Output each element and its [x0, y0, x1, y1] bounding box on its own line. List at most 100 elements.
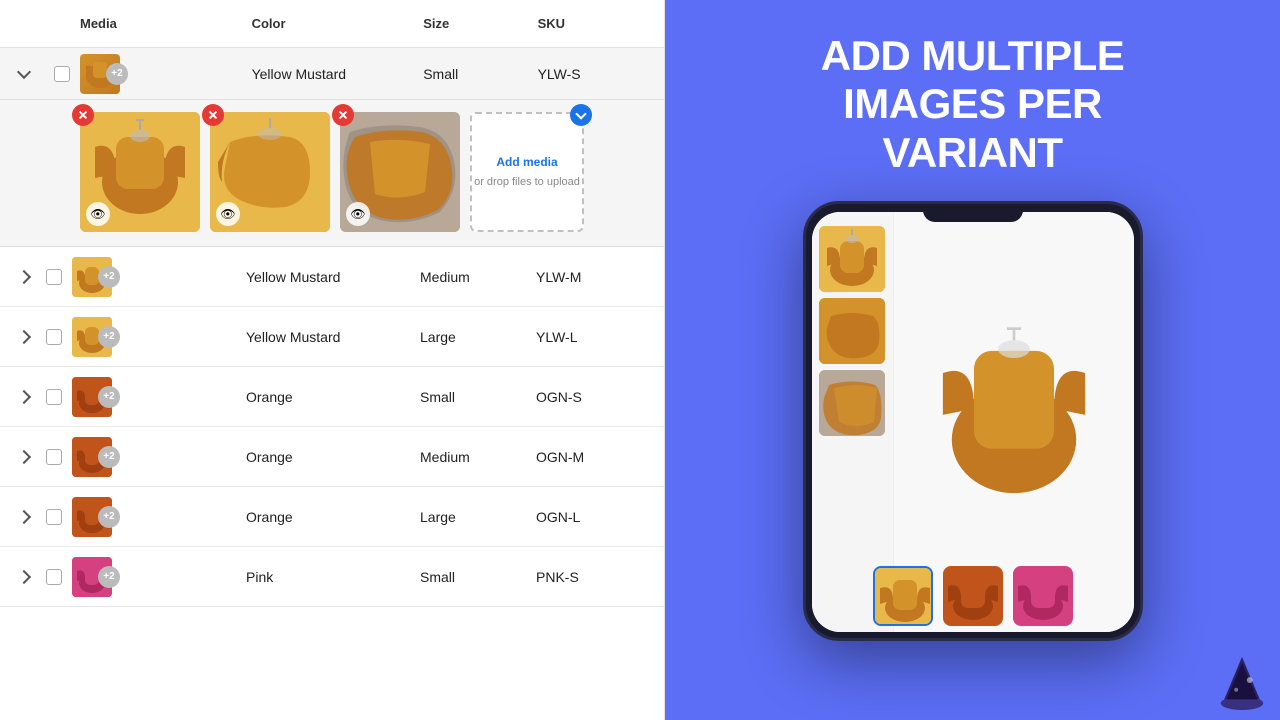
- sku-header: SKU: [538, 16, 652, 31]
- size-cell: Large: [420, 509, 536, 525]
- media-cell: +2: [72, 557, 246, 597]
- thumbnail-stack: +2: [72, 317, 112, 357]
- thumbnail-count: +2: [98, 266, 120, 288]
- eye-icon-3: 👁: [350, 207, 365, 221]
- phone-bottom-thumbs: [873, 566, 1073, 626]
- expand-cell: [12, 385, 36, 409]
- row-checkbox[interactable]: [46, 449, 62, 465]
- size-cell: Small: [420, 389, 536, 405]
- phone-notch: [923, 204, 1023, 222]
- thumbnail-stack: +2: [72, 257, 112, 297]
- row-checkbox[interactable]: [46, 269, 62, 285]
- remove-image-3-button[interactable]: [332, 104, 354, 126]
- media-cell: +2: [80, 54, 252, 94]
- size-header: Size: [423, 16, 537, 31]
- phone-mockup: [803, 201, 1143, 641]
- thumbnail-count: +2: [98, 506, 120, 528]
- phone-bottom-thumb-orange: [943, 566, 1003, 626]
- expand-button[interactable]: [12, 325, 36, 349]
- expand-button[interactable]: [12, 265, 36, 289]
- thumbnail-count: +2: [98, 566, 120, 588]
- row-checkbox[interactable]: [46, 509, 62, 525]
- preview-image-1-button[interactable]: 👁: [86, 202, 110, 226]
- color-cell: Yellow Mustard: [246, 269, 420, 285]
- expand-cell: [12, 325, 36, 349]
- collapse-button[interactable]: [12, 62, 36, 86]
- expand-button[interactable]: [12, 505, 36, 529]
- row-checkbox[interactable]: [54, 66, 70, 82]
- preview-image-2-button[interactable]: 👁: [216, 202, 240, 226]
- sku-cell: YLW-S: [538, 66, 652, 82]
- expand-cell: [12, 62, 44, 86]
- thumbnail-stack: +2: [72, 557, 112, 597]
- expand-button[interactable]: [12, 445, 36, 469]
- table-row: +2 Yellow Mustard Large YLW-L: [0, 307, 664, 367]
- phone-bottom-thumb-pink: [1013, 566, 1073, 626]
- expand-button[interactable]: [12, 565, 36, 589]
- sku-cell: YLW-L: [536, 329, 652, 345]
- expand-cell: [12, 565, 36, 589]
- phone-sidebar-thumb-3: [819, 370, 885, 436]
- row-checkbox[interactable]: [46, 389, 62, 405]
- promo-title-line3: VARIANT: [821, 129, 1125, 177]
- add-media-sublabel: or drop files to upload: [474, 175, 580, 189]
- check-cell[interactable]: [36, 569, 72, 585]
- thumbnail-count: +2: [106, 63, 128, 85]
- color-cell: Yellow Mustard: [246, 329, 420, 345]
- media-header: Media: [80, 16, 252, 31]
- chevron-right-icon: [17, 569, 31, 583]
- size-cell: Medium: [420, 449, 536, 465]
- table-row: +2 Orange Small OGN-S: [0, 367, 664, 427]
- eye-icon: 👁: [90, 207, 105, 221]
- thumbnail-stack: +2: [72, 377, 112, 417]
- check-cell[interactable]: [36, 329, 72, 345]
- color-cell: Orange: [246, 449, 420, 465]
- table-row: +2 Pink Small PNK-S: [0, 547, 664, 607]
- phone-sidebar-thumb-1: [819, 226, 885, 292]
- remove-image-1-button[interactable]: [72, 104, 94, 126]
- expand-button[interactable]: [12, 385, 36, 409]
- row-checkbox[interactable]: [46, 329, 62, 345]
- preview-image-3-button[interactable]: 👁: [346, 202, 370, 226]
- thumbnail-stack: +2: [72, 497, 112, 537]
- check-cell[interactable]: [36, 449, 72, 465]
- color-cell: Orange: [246, 509, 420, 525]
- remove-image-2-button[interactable]: [202, 104, 224, 126]
- add-media-chevron-icon: [575, 108, 586, 119]
- media-thumb-1: 👁: [80, 112, 200, 232]
- table-row: +2 Yellow Mustard Medium YLW-M: [0, 247, 664, 307]
- sku-cell: PNK-S: [536, 569, 652, 585]
- media-images-row: 👁 👁: [0, 100, 664, 247]
- row-checkbox[interactable]: [46, 569, 62, 585]
- thumbnail-count: +2: [98, 386, 120, 408]
- media-cell: +2: [72, 497, 246, 537]
- promo-title: ADD MULTIPLE IMAGES PER VARIANT: [821, 32, 1125, 177]
- check-cell[interactable]: [36, 269, 72, 285]
- check-cell[interactable]: [36, 389, 72, 405]
- wizard-hat-area: [1212, 652, 1272, 712]
- check-cell[interactable]: [36, 509, 72, 525]
- media-cell: +2: [72, 317, 246, 357]
- media-cell: +2: [72, 437, 246, 477]
- chevron-right-icon: [17, 449, 31, 463]
- phone-sidebar-thumb-2: [819, 298, 885, 364]
- thumbnail-count: +2: [98, 326, 120, 348]
- media-thumb-3: 👁: [340, 112, 460, 232]
- size-cell: Large: [420, 329, 536, 345]
- promo-title-line1: ADD MULTIPLE: [821, 32, 1125, 80]
- color-cell: Pink: [246, 569, 420, 585]
- chevron-right-icon: [17, 269, 31, 283]
- sku-cell: YLW-M: [536, 269, 652, 285]
- check-cell[interactable]: [44, 66, 80, 82]
- chevron-right-icon: [17, 389, 31, 403]
- phone-bottom-thumb-yellow: [873, 566, 933, 626]
- phone-main-cloth-svg: [934, 322, 1094, 522]
- expanded-top-row: +2 Yellow Mustard Small YLW-S: [0, 48, 664, 100]
- size-cell: Small: [423, 66, 537, 82]
- media-thumb-2: 👁: [210, 112, 330, 232]
- expand-cell: [12, 265, 36, 289]
- thumbnail-count: +2: [98, 446, 120, 468]
- expand-cell: [12, 445, 36, 469]
- promo-panel: ADD MULTIPLE IMAGES PER VARIANT: [665, 0, 1280, 720]
- add-media-box[interactable]: Add media or drop files to upload: [470, 112, 584, 232]
